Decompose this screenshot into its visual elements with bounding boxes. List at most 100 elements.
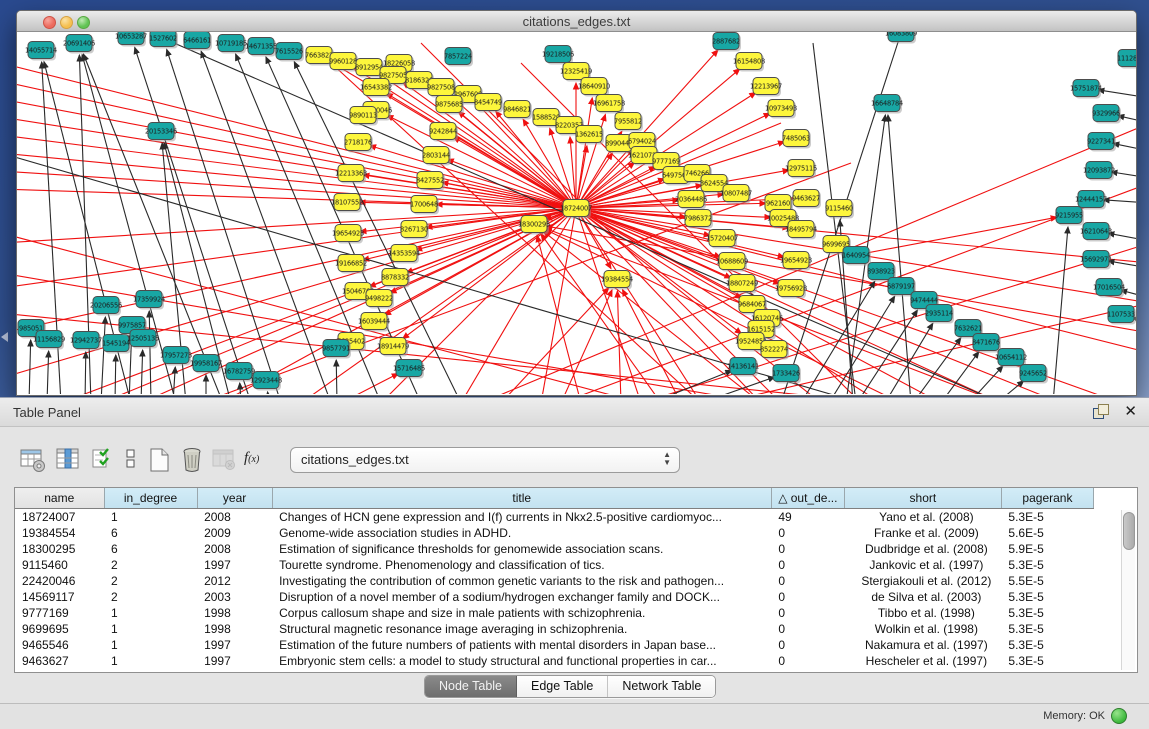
svg-text:8454749: 8454749 bbox=[474, 98, 502, 106]
delete-table-button[interactable] bbox=[178, 446, 206, 474]
svg-text:9777169: 9777169 bbox=[652, 157, 680, 165]
panel-collapse-arrow-icon[interactable] bbox=[1, 332, 8, 342]
table-row[interactable]: 969969511998Structural magnetic resonanc… bbox=[15, 621, 1094, 637]
table-row[interactable]: 946362711997Embryonic stem cells: a mode… bbox=[15, 653, 1094, 669]
new-table-button[interactable] bbox=[146, 446, 174, 474]
svg-text:17957273: 17957273 bbox=[160, 351, 192, 359]
scrollbar-thumb[interactable] bbox=[1123, 512, 1135, 550]
svg-text:19166852: 19166852 bbox=[335, 259, 367, 267]
memory-status-label: Memory: OK bbox=[1043, 710, 1105, 722]
svg-text:10653287: 10653287 bbox=[115, 32, 147, 40]
svg-text:18807249: 18807249 bbox=[726, 279, 758, 287]
table-row[interactable]: 1456911722003Disruption of a novel membe… bbox=[15, 589, 1094, 605]
tab-node-table[interactable]: Node Table bbox=[425, 676, 517, 697]
close-panel-icon[interactable]: ✕ bbox=[1124, 402, 1137, 420]
svg-text:2935114: 2935114 bbox=[925, 309, 953, 317]
table-row[interactable]: 1938455462009Genome-wide association stu… bbox=[15, 525, 1094, 541]
dropdown-arrows-icon: ▲▼ bbox=[663, 451, 671, 467]
svg-text:10688609: 10688609 bbox=[716, 257, 748, 265]
svg-text:6794024: 6794024 bbox=[628, 137, 656, 145]
svg-text:16648784: 16648784 bbox=[871, 99, 903, 107]
svg-text:8912954: 8912954 bbox=[355, 63, 383, 71]
select-column-button[interactable] bbox=[55, 446, 83, 474]
svg-text:14136141: 14136141 bbox=[727, 362, 759, 370]
svg-text:18640910: 18640910 bbox=[578, 82, 610, 90]
vertical-scrollbar[interactable] bbox=[1121, 510, 1135, 670]
memory-status-indicator[interactable] bbox=[1111, 708, 1127, 724]
svg-text:9684067: 9684067 bbox=[738, 300, 766, 308]
svg-text:12093872: 12093872 bbox=[1083, 166, 1115, 174]
row-height-button[interactable] bbox=[118, 446, 146, 474]
table-row[interactable]: 1872400712008Changes of HCN gene express… bbox=[15, 509, 1094, 526]
table-mode-button[interactable] bbox=[20, 446, 48, 474]
svg-text:11156829: 11156829 bbox=[33, 335, 65, 343]
svg-text:14671355: 14671355 bbox=[245, 42, 277, 50]
table-row[interactable]: 911546021997Tourette syndrome. Phenomeno… bbox=[15, 557, 1094, 573]
float-window-icon[interactable] bbox=[1093, 404, 1109, 419]
table-panel-header: Table Panel ✕ bbox=[0, 398, 1149, 427]
desktop-background: citations_edges.txt 14055714206914061065… bbox=[0, 0, 1149, 397]
column-header-name[interactable]: name bbox=[15, 488, 104, 509]
column-header-short[interactable]: short bbox=[844, 488, 1001, 509]
svg-text:17359924: 17359924 bbox=[133, 295, 165, 303]
network-graph-canvas[interactable]: 1405571420691406106532871527602646616110… bbox=[17, 32, 1136, 394]
column-header-out-de-[interactable]: △ out_de... bbox=[771, 488, 844, 509]
svg-text:16210643: 16210643 bbox=[1080, 227, 1112, 235]
svg-text:15720407: 15720407 bbox=[706, 234, 738, 242]
table-panel-title: Table Panel bbox=[13, 405, 81, 420]
svg-text:15692971: 15692971 bbox=[1080, 255, 1112, 263]
svg-text:1700648: 1700648 bbox=[410, 200, 438, 208]
svg-text:9329966: 9329966 bbox=[1092, 109, 1120, 117]
svg-text:7632621: 7632621 bbox=[954, 324, 982, 332]
column-header-title[interactable]: title bbox=[272, 488, 771, 509]
function-builder-button[interactable]: f(x) bbox=[244, 449, 272, 477]
svg-text:10719185: 10719185 bbox=[215, 39, 247, 47]
svg-text:9227341: 9227341 bbox=[1087, 137, 1115, 145]
svg-text:19756928: 19756928 bbox=[775, 284, 807, 292]
svg-text:12942737: 12942737 bbox=[70, 336, 102, 344]
svg-text:7857224: 7857224 bbox=[444, 52, 472, 60]
column-header-in-degree[interactable]: in_degree bbox=[104, 488, 197, 509]
column-header-year[interactable]: year bbox=[197, 488, 272, 509]
svg-text:16782759: 16782759 bbox=[223, 367, 255, 375]
svg-text:7615526: 7615526 bbox=[275, 47, 303, 55]
svg-text:8938923: 8938923 bbox=[867, 267, 895, 275]
import-table-button[interactable] bbox=[90, 446, 118, 474]
table-row[interactable]: 977716911998Corpus callosum shape and si… bbox=[15, 605, 1094, 621]
svg-text:9215955: 9215955 bbox=[1055, 211, 1083, 219]
svg-text:16154808: 16154808 bbox=[733, 57, 765, 65]
table-selector-dropdown[interactable]: citations_edges.txt ▲▼ bbox=[290, 447, 680, 473]
svg-text:9242844: 9242844 bbox=[429, 127, 457, 135]
window-titlebar[interactable]: citations_edges.txt bbox=[17, 11, 1136, 32]
svg-text:20364486: 20364486 bbox=[675, 195, 707, 203]
citation-network-graph[interactable]: 1405571420691406106532871527602646616110… bbox=[17, 32, 1136, 394]
svg-text:14055714: 14055714 bbox=[25, 46, 57, 54]
svg-text:8878332: 8878332 bbox=[381, 273, 409, 281]
table-tab-bar: Node Table Edge Table Network Table bbox=[0, 674, 1149, 700]
svg-text:1362615: 1362615 bbox=[575, 130, 603, 138]
network-nodes[interactable]: 1405571420691406106532871527602646616110… bbox=[18, 32, 1136, 391]
svg-text:7955812: 7955812 bbox=[614, 117, 642, 125]
tab-edge-table[interactable]: Edge Table bbox=[517, 676, 608, 697]
svg-text:19218506: 19218506 bbox=[542, 50, 574, 58]
svg-text:12325419: 12325419 bbox=[560, 67, 592, 75]
table-row[interactable]: 946554611997Estimation of the future num… bbox=[15, 637, 1094, 653]
svg-text:962160: 962160 bbox=[766, 199, 790, 207]
window-title: citations_edges.txt bbox=[17, 14, 1136, 29]
svg-text:6879197: 6879197 bbox=[887, 282, 915, 290]
svg-text:7986372: 7986372 bbox=[684, 214, 712, 222]
svg-text:9245652: 9245652 bbox=[1019, 369, 1047, 377]
network-view-window[interactable]: citations_edges.txt 14055714206914061065… bbox=[16, 10, 1137, 396]
svg-text:1733426: 1733426 bbox=[772, 369, 800, 377]
column-header-pagerank[interactable]: pagerank bbox=[1001, 488, 1093, 509]
svg-text:12975115: 12975115 bbox=[785, 164, 817, 172]
svg-text:12923448: 12923448 bbox=[250, 376, 282, 384]
svg-text:18914479: 18914479 bbox=[377, 342, 409, 350]
table-row[interactable]: 1830029562008Estimation of significance … bbox=[15, 541, 1094, 557]
tab-network-table[interactable]: Network Table bbox=[608, 676, 715, 697]
table-row[interactable]: 2242004622012Investigating the contribut… bbox=[15, 573, 1094, 589]
svg-text:1527602: 1527602 bbox=[149, 34, 177, 42]
delete-column-disabled-icon bbox=[211, 446, 239, 474]
svg-text:20206556: 20206556 bbox=[90, 301, 122, 309]
svg-text:19384554: 19384554 bbox=[601, 275, 633, 283]
